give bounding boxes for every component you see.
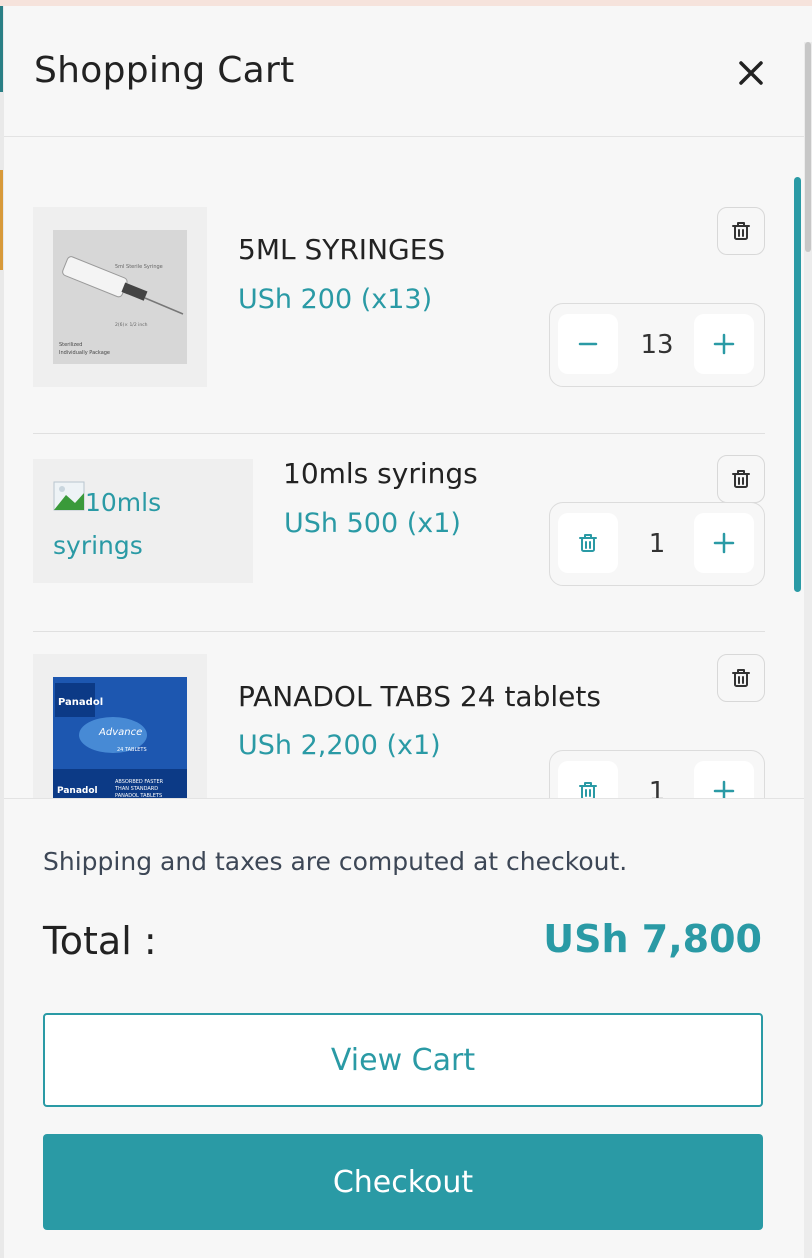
remove-quantity-button[interactable] xyxy=(558,513,618,573)
close-icon xyxy=(739,61,763,85)
total-value: USh 7,800 xyxy=(543,917,762,961)
image-tag-text: ABSORBED FASTER xyxy=(115,779,164,785)
increase-quantity-button[interactable] xyxy=(694,314,754,374)
cart-header: Shopping Cart xyxy=(4,6,804,137)
shipping-note: Shipping and taxes are computed at check… xyxy=(43,847,628,876)
panadol-pack-image: Panadol Advance 24 TABLETS Panadol ABSOR… xyxy=(53,677,187,799)
items-scrollbar-thumb[interactable] xyxy=(794,177,801,592)
background-accent xyxy=(0,6,3,92)
view-cart-button[interactable]: View Cart xyxy=(43,1013,763,1107)
product-image: 10mls syrings xyxy=(33,459,253,583)
quantity-value[interactable]: 1 xyxy=(620,503,694,585)
product-image: Panadol Advance 24 TABLETS Panadol ABSOR… xyxy=(33,654,207,799)
total-label: Total : xyxy=(43,919,157,963)
background-banner xyxy=(0,170,3,270)
product-image: 5ml Sterile Syringe 2(6)× 1/2 inch Steri… xyxy=(33,207,207,387)
plus-icon xyxy=(713,780,735,799)
quantity-stepper[interactable]: 1 xyxy=(549,750,765,799)
trash-icon xyxy=(579,534,597,552)
item-price: USh 2,200 (x1) xyxy=(238,730,441,761)
cart-items-list: 5ml Sterile Syringe 2(6)× 1/2 inch Steri… xyxy=(4,137,804,799)
close-button[interactable] xyxy=(730,52,772,94)
item-name: 5ML SYRINGES xyxy=(238,233,446,266)
item-divider xyxy=(33,433,765,434)
cart-footer: Shipping and taxes are computed at check… xyxy=(4,798,804,1258)
image-sub-text: Advance xyxy=(98,727,142,738)
quantity-stepper[interactable]: 13 xyxy=(549,303,765,387)
item-name: 10mls syrings xyxy=(283,457,478,490)
trash-icon xyxy=(732,222,750,240)
syringe-icon: 5ml Sterile Syringe 2(6)× 1/2 inch Steri… xyxy=(59,256,184,356)
image-alt-text: 10mls syrings xyxy=(53,488,162,560)
image-count-text: 24 TABLETS xyxy=(117,747,147,753)
cart-drawer: Shopping Cart 5ml Sterile Syringe 2(6)× … xyxy=(4,6,812,1258)
increase-quantity-button[interactable] xyxy=(694,513,754,573)
remove-item-button[interactable] xyxy=(717,455,765,503)
image-caption: Individually Package xyxy=(59,350,110,356)
trash-icon xyxy=(579,782,597,799)
item-divider xyxy=(33,631,765,632)
quantity-value[interactable]: 1 xyxy=(620,751,694,799)
trash-icon xyxy=(732,669,750,687)
remove-item-button[interactable] xyxy=(717,207,765,255)
cart-item: 5ml Sterile Syringe 2(6)× 1/2 inch Steri… xyxy=(33,207,765,387)
decrease-quantity-button[interactable] xyxy=(558,314,618,374)
image-tag-text: THAN STANDARD xyxy=(114,786,158,792)
item-price: USh 200 (x13) xyxy=(238,284,433,315)
plus-icon xyxy=(713,333,735,355)
trash-icon xyxy=(732,470,750,488)
item-price: USh 500 (x1) xyxy=(284,508,461,539)
image-caption: Sterilized xyxy=(59,342,82,348)
quantity-stepper[interactable]: 1 xyxy=(549,502,765,586)
cart-item: Panadol Advance 24 TABLETS Panadol ABSOR… xyxy=(33,654,765,799)
increase-quantity-button[interactable] xyxy=(694,761,754,799)
cart-item: 10mls syrings 10mls syrings USh 500 (x1)… xyxy=(33,455,765,586)
checkout-button[interactable]: Checkout xyxy=(43,1134,763,1230)
cart-title: Shopping Cart xyxy=(34,50,295,91)
plus-icon xyxy=(713,532,735,554)
remove-item-button[interactable] xyxy=(717,654,765,702)
minus-icon xyxy=(578,342,598,346)
image-brand-text: Panadol xyxy=(57,786,98,796)
remove-quantity-button[interactable] xyxy=(558,761,618,799)
quantity-value[interactable]: 13 xyxy=(620,304,694,386)
image-caption: 2(6)× 1/2 inch xyxy=(115,322,148,328)
image-brand-text: Panadol xyxy=(58,697,103,708)
image-caption: 5ml Sterile Syringe xyxy=(115,264,163,270)
item-name: PANADOL TABS 24 tablets xyxy=(238,680,601,713)
drawer-scrollbar-thumb[interactable] xyxy=(805,42,811,252)
